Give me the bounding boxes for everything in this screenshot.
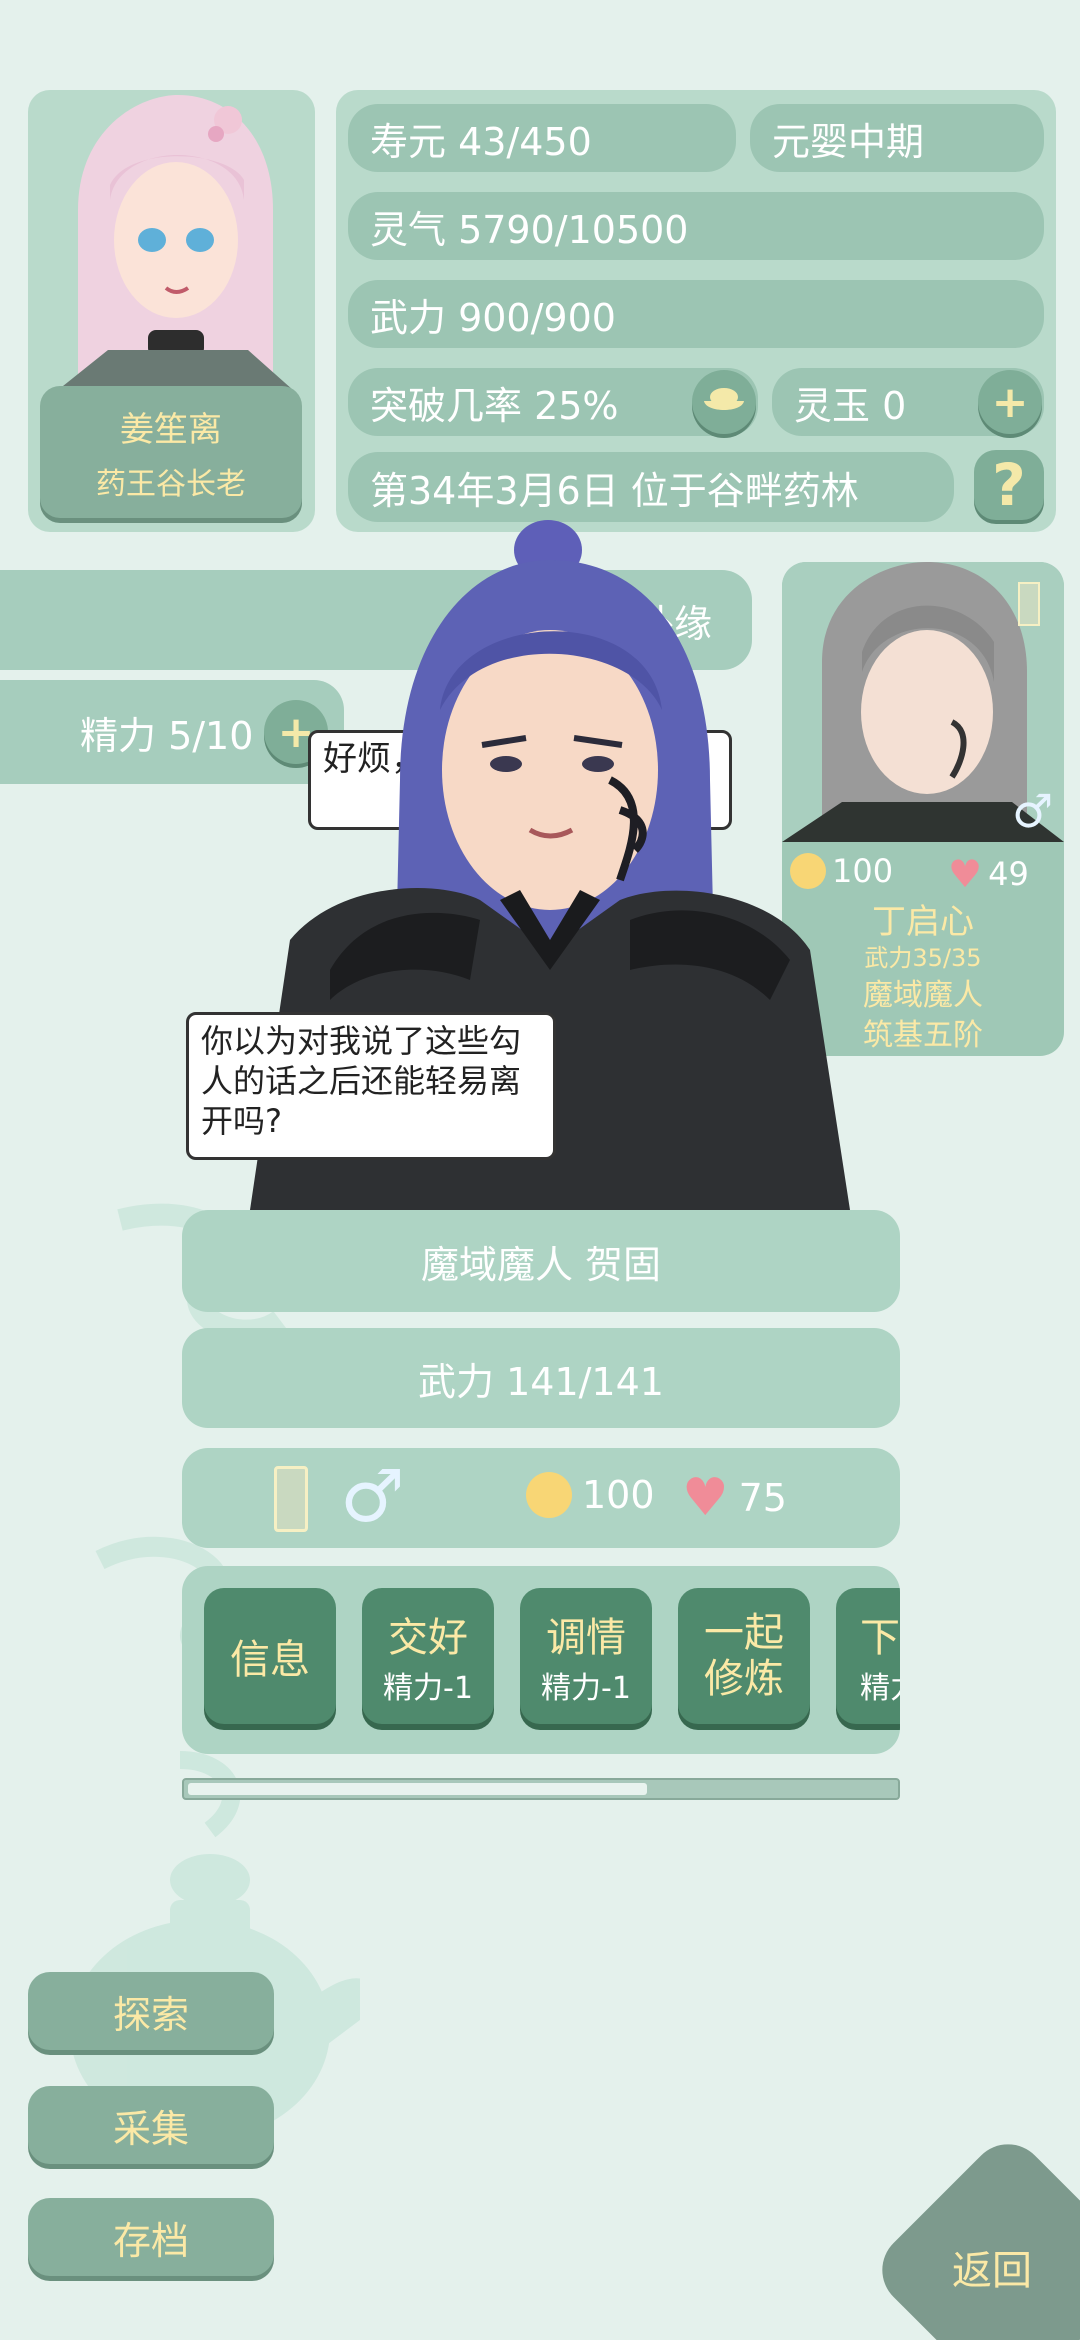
action-next-button[interactable]: 下 精力 (836, 1588, 900, 1724)
date-location-text: 第34年3月6日 位于谷畔药林 (370, 468, 859, 513)
realm-text: 元婴中期 (772, 119, 925, 164)
scrollbar-thumb[interactable] (188, 1783, 647, 1795)
player-name-card[interactable]: 姜笙离 药王谷长老 (40, 386, 302, 518)
force-text: 武力 900/900 (370, 295, 616, 340)
energy-text: 精力 5/10 (80, 713, 254, 758)
action-strip[interactable]: 信息 交好 精力-1 调情 精力-1 一起修炼 下 精力 (182, 1566, 900, 1754)
lifespan-text: 寿元 43/450 (370, 119, 592, 164)
smile-icon (526, 1472, 572, 1518)
breakthrough-text: 突破几率 25% (370, 383, 619, 428)
player-name: 姜笙离 (120, 409, 222, 450)
breakthrough-button[interactable] (692, 370, 756, 434)
npc-card-tag-icon (1018, 582, 1040, 626)
tag-card-icon[interactable] (274, 1466, 308, 1532)
player-avatar-panel: 姜笙离 药王谷长老 (28, 90, 315, 532)
force-pill: 武力 900/900 (348, 280, 1044, 348)
target-mood: 100 (526, 1472, 655, 1518)
speech-bubble-main: 你以为对我说了这些勾人的话之后还能轻易离开吗? (186, 1012, 556, 1160)
player-title: 药王谷长老 (96, 466, 246, 502)
target-force-bar: 武力 141/141 (182, 1328, 900, 1428)
npc-affection-value: 49 (988, 855, 1029, 893)
action-flirt-button[interactable]: 调情 精力-1 (520, 1588, 652, 1724)
heart-icon: ♥ (682, 1468, 729, 1528)
target-status-bar: ♂ 100 ♥ 75 (182, 1448, 900, 1548)
qi-pill: 灵气 5790/10500 (348, 192, 1044, 260)
npc-affection: ♥ 49 (948, 852, 1029, 896)
save-button[interactable]: 存档 (28, 2198, 274, 2276)
help-button[interactable]: ? (974, 450, 1044, 520)
target-affection: ♥ 75 (682, 1468, 787, 1528)
return-button[interactable] (866, 2128, 1080, 2340)
target-force: 武力 141/141 (418, 1359, 664, 1404)
return-label: 返回 (952, 2248, 1032, 2294)
add-jade-button[interactable]: + (978, 370, 1042, 434)
action-scrollbar[interactable] (182, 1778, 900, 1800)
plus-icon: + (991, 376, 1029, 428)
explore-button[interactable]: 探索 (28, 1972, 274, 2050)
question-icon: ? (992, 451, 1026, 519)
action-cultivate-button[interactable]: 一起修炼 (678, 1588, 810, 1724)
pill-bowl-icon (704, 388, 744, 410)
realm-pill: 元婴中期 (750, 104, 1044, 172)
male-icon: ♂ (340, 1454, 405, 1538)
date-location-pill: 第34年3月6日 位于谷畔药林 (348, 452, 954, 522)
action-info-button[interactable]: 信息 (204, 1588, 336, 1724)
target-name: 魔域魔人 贺固 (420, 1242, 662, 1287)
action-befriend-button[interactable]: 交好 精力-1 (362, 1588, 494, 1724)
heart-icon: ♥ (948, 852, 983, 896)
player-avatar[interactable] (48, 90, 298, 390)
jade-text: 灵玉 0 (794, 383, 907, 428)
target-name-bar: 魔域魔人 贺固 (182, 1210, 900, 1312)
qi-text: 灵气 5790/10500 (370, 207, 689, 252)
male-icon: ♂ (1012, 784, 1054, 838)
lifespan-pill: 寿元 43/450 (348, 104, 736, 172)
target-mood-value: 100 (582, 1473, 655, 1517)
gather-button[interactable]: 采集 (28, 2086, 274, 2164)
target-affection-value: 75 (738, 1476, 787, 1520)
